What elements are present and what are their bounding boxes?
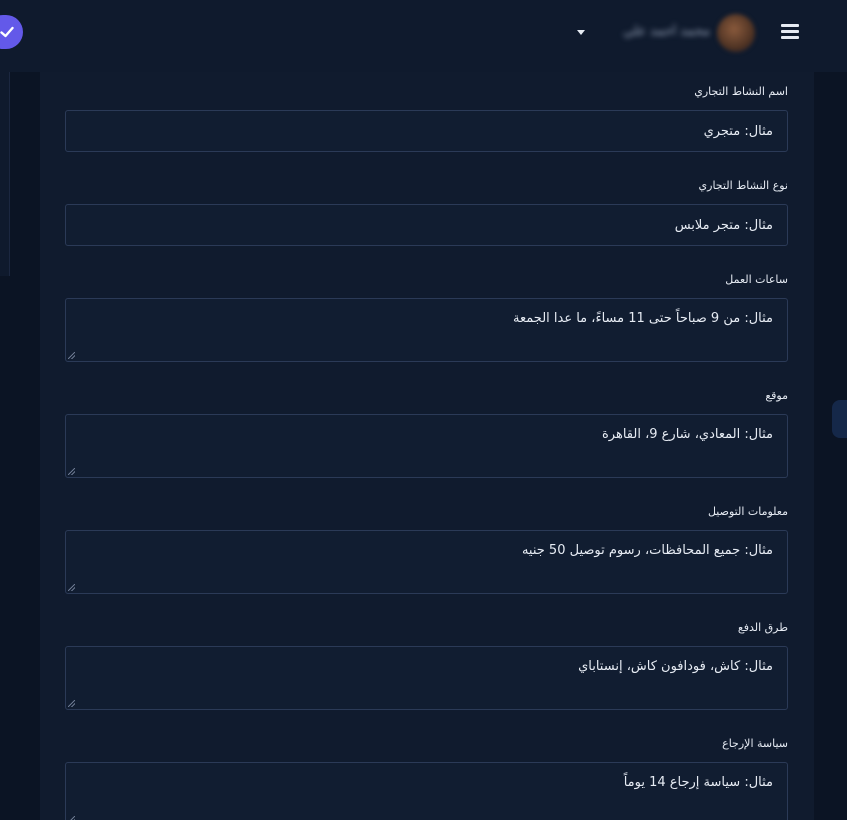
field-label: ساعات العمل	[725, 273, 788, 286]
avatar[interactable]	[717, 14, 755, 52]
resize-handle-icon[interactable]	[68, 700, 75, 707]
textarea-placeholder: مثال: سياسة إرجاع 14 يوماً	[623, 775, 773, 790]
textarea-placeholder: مثال: جميع المحافظات، رسوم توصيل 50 جنيه	[521, 543, 773, 558]
field-label: طرق الدفع	[737, 621, 788, 634]
return-policy-textarea[interactable]: مثال: سياسة إرجاع 14 يوماً	[65, 762, 788, 820]
chevron-down-icon[interactable]	[577, 30, 585, 35]
field-return-policy: سياسة الإرجاع مثال: سياسة إرجاع 14 يوماً	[65, 737, 788, 820]
field-working-hours: ساعات العمل مثال: من 9 صباحاً حتى 11 مسا…	[65, 273, 788, 363]
business-name-input[interactable]: مثال: متجري	[65, 110, 788, 152]
field-label: معلومات التوصيل	[707, 505, 788, 518]
business-type-input[interactable]: مثال: متجر ملابس	[65, 204, 788, 246]
resize-handle-icon[interactable]	[68, 468, 75, 475]
field-label: سياسة الإرجاع	[722, 737, 788, 750]
delivery-info-textarea[interactable]: مثال: جميع المحافظات، رسوم توصيل 50 جنيه	[65, 530, 788, 594]
textarea-placeholder: مثال: كاش، فودافون كاش، إنستاباي	[578, 659, 773, 674]
field-business-name: اسم النشاط التجاري مثال: متجري	[65, 85, 788, 153]
location-textarea[interactable]: مثال: المعادي، شارع 9، القاهرة	[65, 414, 788, 478]
check-icon[interactable]	[0, 15, 23, 49]
field-payment-methods: طرق الدفع مثال: كاش، فودافون كاش، إنستاب…	[65, 621, 788, 711]
side-tab-handle[interactable]	[832, 400, 847, 438]
hamburger-menu-icon[interactable]	[781, 24, 799, 40]
textarea-placeholder: مثال: من 9 صباحاً حتى 11 مساءً، ما عدا ا…	[513, 311, 773, 326]
field-label: اسم النشاط التجاري	[694, 85, 788, 98]
payment-methods-textarea[interactable]: مثال: كاش، فودافون كاش، إنستاباي	[65, 646, 788, 710]
resize-handle-icon[interactable]	[68, 352, 75, 359]
resize-handle-icon[interactable]	[68, 584, 75, 591]
textarea-placeholder: مثال: المعادي، شارع 9، القاهرة	[601, 427, 773, 442]
field-location: موقع مثال: المعادي، شارع 9، القاهرة	[65, 389, 788, 479]
user-name[interactable]: محمد أحمد علي	[590, 24, 710, 42]
field-label: نوع النشاط التجاري	[698, 179, 788, 192]
field-delivery-info: معلومات التوصيل مثال: جميع المحافظات، رس…	[65, 505, 788, 595]
sidebar-edge	[0, 72, 10, 276]
field-label: موقع	[765, 389, 788, 402]
top-navbar: محمد أحمد علي	[0, 0, 847, 72]
field-business-type: نوع النشاط التجاري مثال: متجر ملابس	[65, 179, 788, 247]
resize-handle-icon[interactable]	[68, 816, 75, 820]
working-hours-textarea[interactable]: مثال: من 9 صباحاً حتى 11 مساءً، ما عدا ا…	[65, 298, 788, 362]
